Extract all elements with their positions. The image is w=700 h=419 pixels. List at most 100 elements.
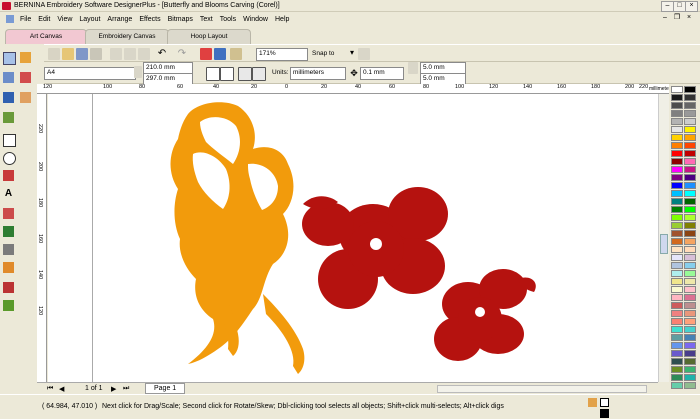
color-swatch[interactable] — [684, 230, 696, 237]
snap-to-button[interactable]: Snap to — [312, 50, 334, 57]
menu-tools[interactable]: Tools — [220, 16, 236, 23]
tab-art-canvas[interactable]: Art Canvas — [5, 29, 87, 44]
color-swatch[interactable] — [684, 254, 696, 261]
color-swatch[interactable] — [684, 190, 696, 197]
color-swatch[interactable] — [684, 206, 696, 213]
color-swatch[interactable] — [671, 86, 683, 93]
color-swatch[interactable] — [684, 294, 696, 301]
color-swatch[interactable] — [671, 358, 683, 365]
new-icon[interactable] — [48, 48, 60, 60]
ellipse-tool-icon[interactable] — [3, 152, 16, 165]
small-flower[interactable] — [434, 269, 536, 361]
outline-tool-icon[interactable] — [3, 244, 14, 255]
large-flower[interactable] — [302, 187, 448, 309]
color-swatch[interactable] — [671, 190, 683, 197]
rectangle-tool-icon[interactable] — [3, 134, 16, 147]
color-swatch[interactable] — [684, 142, 696, 149]
interactive-fill-tool-icon[interactable] — [3, 282, 14, 293]
color-swatch[interactable] — [684, 158, 696, 165]
pick-tool-icon[interactable] — [3, 52, 16, 65]
menu-edit[interactable]: Edit — [38, 16, 50, 23]
color-swatch[interactable] — [684, 318, 696, 325]
eyedropper-tool-icon[interactable] — [3, 226, 14, 237]
save-icon[interactable] — [76, 48, 88, 60]
color-swatch[interactable] — [671, 350, 683, 357]
color-swatch[interactable] — [684, 326, 696, 333]
color-swatch[interactable] — [671, 238, 683, 245]
color-swatch[interactable] — [684, 302, 696, 309]
shape-tool-icon[interactable] — [3, 72, 14, 83]
launcher-icon[interactable] — [230, 48, 242, 60]
fill-bucket-icon[interactable] — [588, 398, 597, 407]
color-swatch[interactable] — [671, 110, 683, 117]
color-swatch[interactable] — [684, 278, 696, 285]
scroll-thumb[interactable] — [660, 234, 668, 254]
mdi-restore-button[interactable]: ❐ — [672, 13, 682, 23]
color-swatch[interactable] — [684, 214, 696, 221]
close-button[interactable]: × — [685, 1, 698, 12]
open-icon[interactable] — [62, 48, 74, 60]
freehand-tool-icon[interactable] — [3, 112, 14, 123]
menu-view[interactable]: View — [57, 16, 72, 23]
color-swatch[interactable] — [684, 94, 696, 101]
color-swatch[interactable] — [671, 286, 683, 293]
color-swatch[interactable] — [684, 374, 696, 381]
next-page-icon[interactable]: ▶ — [111, 385, 116, 393]
color-swatch[interactable] — [671, 318, 683, 325]
color-swatch[interactable] — [671, 334, 683, 341]
last-page-icon[interactable]: ⏭ — [123, 385, 129, 393]
color-swatch[interactable] — [684, 334, 696, 341]
color-swatch[interactable] — [671, 182, 683, 189]
vertical-scrollbar[interactable] — [658, 94, 669, 382]
color-swatch[interactable] — [684, 358, 696, 365]
color-swatch[interactable] — [671, 222, 683, 229]
undo-icon[interactable]: ↶ — [156, 48, 168, 60]
color-swatch[interactable] — [671, 118, 683, 125]
color-swatch[interactable] — [684, 262, 696, 269]
portrait-icon[interactable] — [206, 67, 220, 81]
color-swatch[interactable] — [684, 382, 696, 389]
export-icon[interactable] — [214, 48, 226, 60]
menu-file[interactable]: File — [20, 16, 31, 23]
color-swatch[interactable] — [671, 142, 683, 149]
color-swatch[interactable] — [684, 270, 696, 277]
color-swatch[interactable] — [684, 118, 696, 125]
color-swatch[interactable] — [671, 102, 683, 109]
color-swatch[interactable] — [684, 366, 696, 373]
color-swatch[interactable] — [684, 174, 696, 181]
color-swatch[interactable] — [671, 374, 683, 381]
color-swatch[interactable] — [671, 214, 683, 221]
color-swatch[interactable] — [684, 110, 696, 117]
menu-layout[interactable]: Layout — [79, 16, 100, 23]
embroidery-tool-icon[interactable] — [20, 52, 31, 63]
color-swatch[interactable] — [671, 134, 683, 141]
butterfly[interactable] — [170, 102, 305, 374]
color-swatch[interactable] — [671, 158, 683, 165]
color-swatch[interactable] — [671, 198, 683, 205]
menu-help[interactable]: Help — [275, 16, 289, 23]
horizontal-scrollbar[interactable] — [437, 385, 647, 393]
color-swatch[interactable] — [671, 342, 683, 349]
menu-bitmaps[interactable]: Bitmaps — [168, 16, 193, 23]
color-swatch[interactable] — [684, 310, 696, 317]
all-pages-icon[interactable] — [238, 67, 252, 81]
redo-icon[interactable]: ↷ — [176, 48, 188, 60]
color-swatch[interactable] — [671, 174, 683, 181]
outline-indicator-icon[interactable] — [600, 409, 609, 418]
color-swatch[interactable] — [671, 302, 683, 309]
menu-arrange[interactable]: Arrange — [107, 16, 132, 23]
color-swatch[interactable] — [684, 342, 696, 349]
color-swatch[interactable] — [684, 246, 696, 253]
paper-size-select[interactable]: A4 — [44, 67, 136, 80]
fill-tool-icon[interactable] — [3, 262, 14, 273]
cut-icon[interactable] — [110, 48, 122, 60]
landscape-icon[interactable] — [220, 67, 234, 81]
color-swatch[interactable] — [671, 262, 683, 269]
units-select[interactable]: millimeters — [290, 67, 346, 80]
current-page-icon[interactable] — [252, 67, 266, 81]
menu-window[interactable]: Window — [243, 16, 268, 23]
fill-indicator-icon[interactable] — [600, 398, 609, 407]
color-swatch[interactable] — [671, 94, 683, 101]
color-swatch[interactable] — [671, 326, 683, 333]
color-swatch[interactable] — [684, 350, 696, 357]
